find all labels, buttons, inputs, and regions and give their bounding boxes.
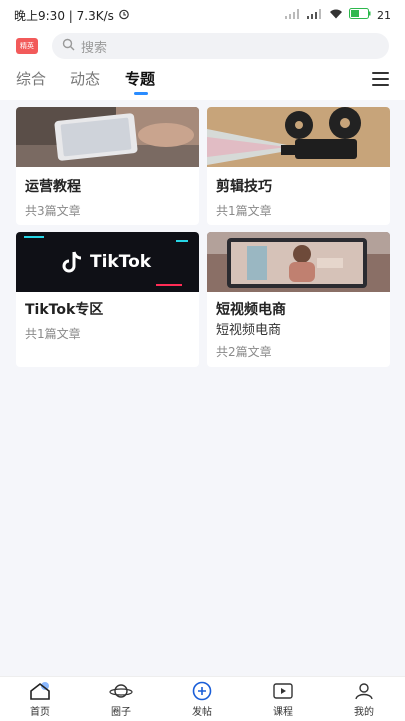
status-left: 晚上9:30 | 7.3K/s xyxy=(14,7,130,24)
home-icon xyxy=(30,682,50,700)
nav-post[interactable]: 发帖 xyxy=(172,681,232,718)
wifi-icon xyxy=(329,9,343,22)
battery-level: 21 xyxy=(377,8,391,22)
nav-course-label: 课程 xyxy=(273,707,293,718)
battery-icon xyxy=(349,8,371,22)
nav-profile[interactable]: 我的 xyxy=(334,681,394,718)
nav-circle[interactable]: 圈子 xyxy=(91,681,151,718)
thumbnail-tiktok-logo: TikTok xyxy=(16,232,199,292)
signal-icon-2 xyxy=(307,8,323,22)
search-placeholder: 搜索 xyxy=(81,40,108,56)
planet-icon xyxy=(109,684,133,698)
tab-bar: 综合 动态 专题 xyxy=(0,68,405,96)
search-bar[interactable]: 搜索 xyxy=(52,33,389,59)
status-right: 21 xyxy=(285,8,391,22)
tiktok-logo-text: TikTok xyxy=(90,252,152,272)
card-title: 运营教程 xyxy=(25,179,81,195)
app-logo-text: 精英 xyxy=(20,42,34,50)
card-title: 短视频电商 xyxy=(216,302,286,318)
menu-icon[interactable] xyxy=(372,72,389,86)
nav-course[interactable]: 课程 xyxy=(253,681,313,718)
thumbnail-live-stream-image xyxy=(207,232,390,292)
topic-card-editing[interactable]: 剪辑技巧 共1篇文章 xyxy=(207,107,390,225)
card-title: TikTok专区 xyxy=(25,302,104,318)
app-logo[interactable]: 精英 xyxy=(16,38,38,54)
thumbnail-projector-image xyxy=(207,107,390,167)
nav-home[interactable]: 首页 xyxy=(10,681,70,718)
search-icon xyxy=(62,38,75,55)
tab-updates[interactable]: 动态 xyxy=(70,68,100,89)
card-article-count: 共2篇文章 xyxy=(216,345,272,359)
status-time-speed: 晚上9:30 | 7.3K/s xyxy=(14,8,114,23)
tab-general[interactable]: 综合 xyxy=(16,68,46,89)
nav-circle-label: 圈子 xyxy=(111,707,131,718)
topic-card-ecommerce[interactable]: 短视频电商 短视频电商 共2篇文章 xyxy=(207,232,390,367)
tab-topics[interactable]: 专题 xyxy=(125,68,155,89)
active-tab-indicator xyxy=(134,92,148,95)
topic-card-tiktok[interactable]: TikTok TikTok专区 共1篇文章 xyxy=(16,232,199,367)
card-subtitle: 短视频电商 xyxy=(216,323,282,338)
bottom-nav: 首页 圈子 发帖 课程 我的 xyxy=(0,676,405,721)
nav-home-label: 首页 xyxy=(30,707,50,718)
nav-profile-label: 我的 xyxy=(354,707,374,718)
signal-icon xyxy=(285,8,301,22)
video-course-icon xyxy=(273,683,293,699)
header: 精英 搜索 综合 动态 专题 xyxy=(0,30,405,100)
nav-post-label: 发帖 xyxy=(192,707,212,718)
card-title: 剪辑技巧 xyxy=(216,179,272,195)
card-article-count: 共1篇文章 xyxy=(25,327,81,341)
topic-card-operations[interactable]: 运营教程 共3篇文章 xyxy=(16,107,199,225)
profile-icon xyxy=(355,683,373,700)
add-post-icon xyxy=(192,681,212,701)
card-article-count: 共1篇文章 xyxy=(216,204,272,218)
thumbnail-phone-image xyxy=(16,107,199,167)
alarm-icon xyxy=(118,8,130,23)
status-bar: 晚上9:30 | 7.3K/s 21 xyxy=(0,0,405,30)
card-article-count: 共3篇文章 xyxy=(25,204,81,218)
